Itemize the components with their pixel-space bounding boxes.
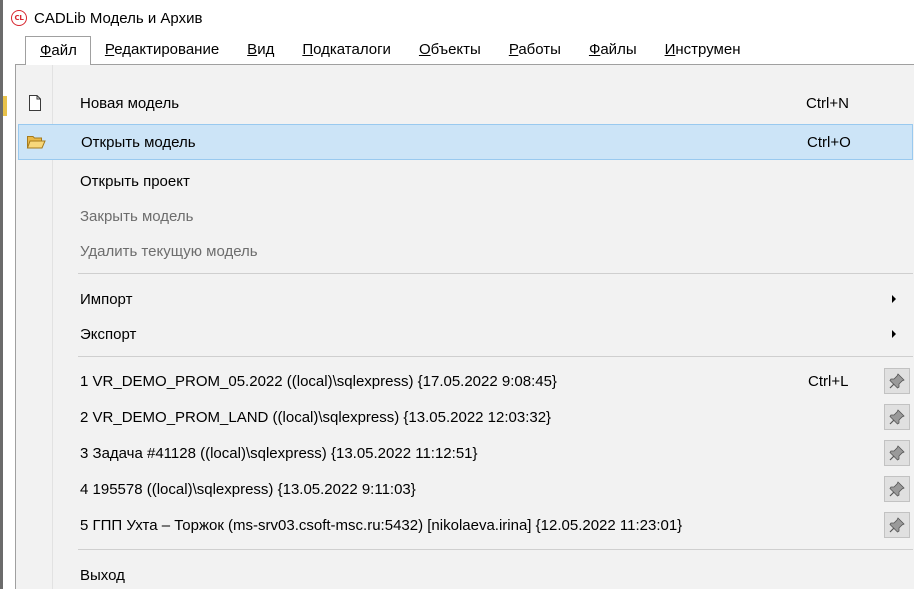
recent-model-item[interactable]: 4 195578 ((local)\sqlexpress) {13.05.202… bbox=[18, 471, 913, 507]
submenu-arrow-icon bbox=[892, 330, 896, 338]
menu-tools[interactable]: Инструмен bbox=[651, 36, 755, 65]
pin-button[interactable] bbox=[884, 512, 910, 538]
shortcut-open-model: Ctrl+O bbox=[807, 133, 851, 151]
pin-button[interactable] bbox=[884, 440, 910, 466]
menu-bar: Файл Редактирование Вид Подкаталоги Объе… bbox=[3, 36, 914, 65]
app-logo-icon: CL bbox=[11, 10, 27, 26]
menu-file[interactable]: Файл bbox=[25, 36, 91, 65]
menu-item-new-model[interactable]: Новая модель Ctrl+N bbox=[18, 85, 913, 121]
shortcut-new-model: Ctrl+N bbox=[806, 94, 849, 112]
pin-button[interactable] bbox=[884, 404, 910, 430]
recent-model-item[interactable]: 1 VR_DEMO_PROM_05.2022 ((local)\sqlexpre… bbox=[18, 363, 913, 399]
new-document-icon bbox=[18, 85, 52, 121]
menu-item-import[interactable]: Импорт bbox=[18, 281, 913, 317]
pin-icon bbox=[889, 517, 905, 533]
recent-model-item[interactable]: 3 Задача #41128 ((local)\sqlexpress) {13… bbox=[18, 435, 913, 471]
menu-item-close-model: Закрыть модель bbox=[80, 207, 194, 225]
window-title: CADLib Модель и Архив bbox=[34, 9, 203, 27]
menu-separator bbox=[78, 273, 913, 274]
file-dropdown-menu: Новая модель Ctrl+N Открыть модель Ctrl+… bbox=[15, 64, 914, 589]
menu-item-exit[interactable]: Выход bbox=[18, 557, 913, 589]
pin-button[interactable] bbox=[884, 476, 910, 502]
menu-item-open-project[interactable]: Открыть проект bbox=[18, 163, 913, 199]
pin-button[interactable] bbox=[884, 368, 910, 394]
menu-view[interactable]: Вид bbox=[233, 36, 288, 65]
pin-icon bbox=[889, 481, 905, 497]
submenu-arrow-icon bbox=[892, 295, 896, 303]
app-window: CL CADLib Модель и Архив Файл Редактиров… bbox=[0, 0, 914, 589]
menu-works[interactable]: Работы bbox=[495, 36, 575, 65]
open-folder-icon bbox=[19, 125, 53, 159]
menu-separator bbox=[78, 549, 913, 550]
background-window-strip bbox=[3, 96, 7, 116]
pin-icon bbox=[889, 373, 905, 389]
menu-files[interactable]: Файлы bbox=[575, 36, 651, 65]
menu-item-export[interactable]: Экспорт bbox=[18, 316, 913, 352]
menu-separator bbox=[78, 356, 913, 357]
menu-item-delete-model: Удалить текущую модель bbox=[80, 242, 258, 260]
window-left-border bbox=[0, 0, 3, 589]
menu-item-open-model[interactable]: Открыть модель Ctrl+O bbox=[18, 124, 913, 160]
menu-subcatalogs[interactable]: Подкаталоги bbox=[288, 36, 405, 65]
pin-icon bbox=[889, 409, 905, 425]
pin-icon bbox=[889, 445, 905, 461]
recent-model-item[interactable]: 2 VR_DEMO_PROM_LAND ((local)\sqlexpress)… bbox=[18, 399, 913, 435]
menu-objects[interactable]: Объекты bbox=[405, 36, 495, 65]
menu-edit[interactable]: Редактирование bbox=[91, 36, 233, 65]
shortcut-recent-1: Ctrl+L bbox=[808, 372, 849, 390]
recent-model-item[interactable]: 5 ГПП Ухта – Торжок (ms-srv03.csoft-msc.… bbox=[18, 507, 913, 543]
title-bar[interactable]: CL CADLib Модель и Архив bbox=[3, 0, 914, 36]
